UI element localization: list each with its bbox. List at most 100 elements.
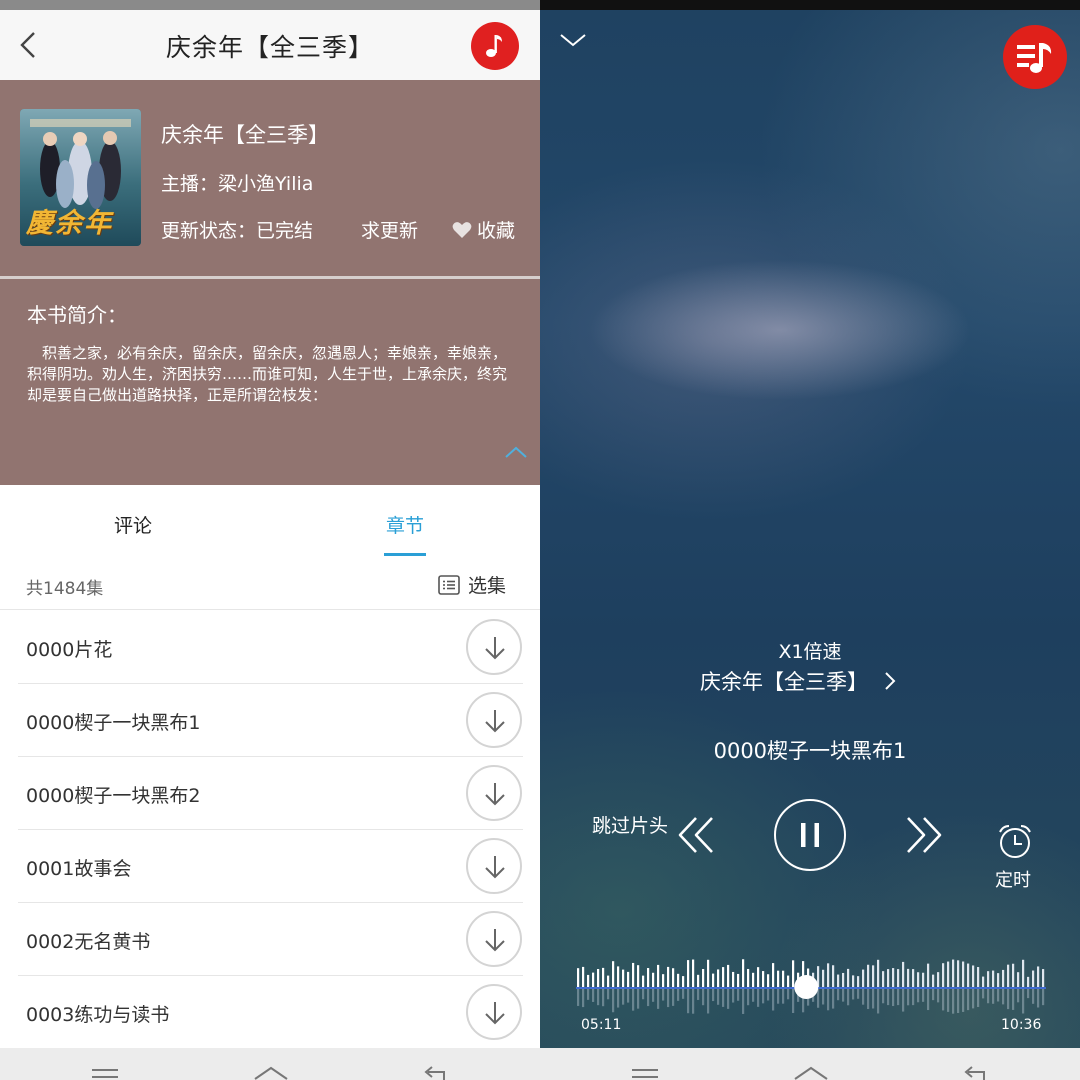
waveform-bar [977,967,980,987]
system-nav-bar [0,1048,540,1080]
now-playing-button[interactable] [471,22,519,70]
download-arrow-icon [485,1002,505,1025]
list-item[interactable]: 0000楔子一块黑布2 [18,757,523,830]
waveform-reflection [882,989,885,1004]
waveform-bar [617,966,620,987]
waveform-bar [962,961,965,987]
waveform-bar [852,975,855,987]
progress-waveform[interactable] [576,955,1046,1025]
waveform-bar [1032,970,1035,987]
alarm-clock-icon[interactable] [995,822,1035,862]
waveform-bar [882,971,885,987]
waveform-bar [897,969,900,987]
waveform-bar [827,963,830,987]
album-link[interactable]: 庆余年【全三季】 [700,666,896,696]
waveform-reflection [977,989,980,1007]
waveform-reflection [642,989,645,1000]
status-bar [0,0,540,10]
waveform-bar [722,967,725,987]
download-button[interactable] [466,911,522,967]
waveform-bar [692,959,695,987]
waveform-bar [667,966,670,987]
book-cover[interactable]: 慶余年 [20,109,141,246]
list-item[interactable]: 0003练功与读书 [18,976,523,1049]
list-icon [438,575,460,595]
waveform-bar [757,967,760,987]
timer-label[interactable]: 定时 [995,866,1031,892]
download-button[interactable] [466,692,522,748]
waveform-reflection [817,989,820,1008]
waveform-reflection [1002,989,1005,1005]
player-screen: X1倍速 庆余年【全三季】 0000楔子一块黑布1 跳过片头 定时 05:11 … [540,0,1080,1080]
episode-title: 0001故事会 [26,858,132,880]
request-update-button[interactable]: 求更新 [361,216,418,243]
waveform-reflection [657,989,660,1009]
waveform-bar [992,970,995,987]
list-item[interactable]: 0002无名黄书 [18,903,523,976]
waveform-bar [1037,966,1040,987]
progress-thumb[interactable] [794,975,819,999]
download-button[interactable] [466,984,522,1040]
episode-title: 0002无名黄书 [26,931,151,953]
waveform-bar [737,973,740,987]
playback-speed-button[interactable]: X1倍速 [540,637,1080,664]
back-nav-icon[interactable] [960,1066,990,1080]
waveform-reflection [677,989,680,1001]
waveform-reflection [997,989,1000,1002]
waveform-reflection [947,989,950,1012]
waveform-bar [832,965,835,987]
tab-chapters[interactable]: 章节 [386,511,424,538]
waveform-bar [682,976,685,987]
download-button[interactable] [466,619,522,675]
playlist-button[interactable] [1003,25,1067,89]
waveform-reflection [707,989,710,1014]
waveform-reflection [662,989,665,1001]
home-icon[interactable] [253,1066,289,1080]
waveform-reflection [827,989,830,1011]
active-tab-indicator [384,553,426,556]
waveform-reflection [632,989,635,1011]
chevron-up-icon[interactable] [504,445,528,459]
waveform-bar [627,971,630,987]
waveform-reflection [1017,989,1020,1003]
top-app-bar: 庆余年【全三季】 [0,10,540,80]
fast-forward-icon[interactable] [904,815,944,855]
waveform-reflection [647,989,650,1007]
chevron-down-icon[interactable] [558,30,588,50]
list-item[interactable]: 0000楔子一块黑布1 [18,684,523,757]
rewind-icon[interactable] [676,815,716,855]
download-button[interactable] [466,765,522,821]
select-episodes-button[interactable]: 选集 [438,571,506,598]
tab-comments[interactable]: 评论 [114,511,152,538]
menu-icon[interactable] [90,1068,120,1080]
download-arrow-icon [485,856,505,879]
favorite-button[interactable]: 收藏 [452,216,515,243]
waveform-reflection [652,989,655,1002]
waveform-bar [677,973,680,987]
book-info-panel: 慶余年 庆余年【全三季】 主播：梁小渔Yilia 更新状态：已完结 求更新 收藏 [0,80,540,276]
back-nav-icon[interactable] [420,1066,450,1080]
track-title: 0000楔子一块黑布1 [713,739,907,763]
waveform-reflection [982,989,985,999]
waveform-reflection [852,989,855,1000]
menu-icon[interactable] [630,1068,660,1080]
pause-button[interactable] [774,799,846,871]
status-bar [540,0,1080,10]
waveform-reflection [962,989,965,1012]
waveform-bar [952,959,955,987]
waveform-bar [1017,972,1020,987]
download-button[interactable] [466,838,522,894]
waveform-reflection [967,989,970,1011]
download-arrow-icon [485,783,505,806]
list-item[interactable]: 0000片花 [18,611,523,684]
waveform-bar [742,959,745,987]
list-item[interactable]: 0001故事会 [18,830,523,903]
home-icon[interactable] [793,1066,829,1080]
waveform-bar [622,969,625,987]
skip-intro-button[interactable]: 跳过片头 [592,811,668,838]
waveform-bar [752,972,755,987]
waveform-reflection [697,989,700,1000]
waveform-reflection [937,989,940,1003]
waveform-bar [632,962,635,987]
waveform-reflection [952,989,955,1014]
